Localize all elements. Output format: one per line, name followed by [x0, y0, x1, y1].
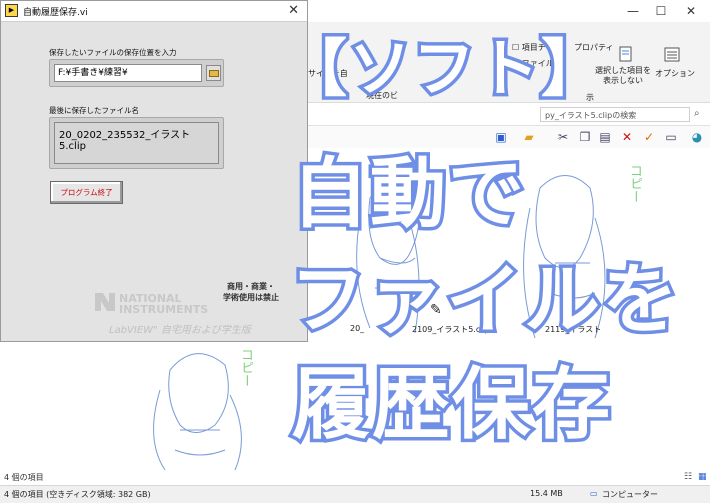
status-items: 4 個の項目 (空きディスク領域: 382 GB) — [4, 490, 151, 499]
last-saved-indicator: 20_0202_235532_イラスト5.clip — [49, 117, 224, 169]
close-icon[interactable]: ✕ — [676, 0, 706, 22]
large-icons-view-icon[interactable]: ▦ — [698, 472, 707, 482]
exit-program-button[interactable]: プログラム終了 — [50, 181, 123, 204]
properties-icon[interactable]: ▭ — [664, 130, 678, 144]
options-icon[interactable] — [664, 46, 680, 64]
globe-icon[interactable]: ◕ — [690, 130, 704, 144]
computer-icon: ▭ — [590, 489, 598, 498]
overlay-line-3: ファイルを — [287, 252, 682, 348]
search-input[interactable]: py_イラスト5.clipの検索 — [540, 107, 690, 122]
last-saved-label: 最後に保存したファイル名 — [49, 106, 139, 115]
hide-selected-icon[interactable] — [618, 46, 634, 64]
usage-restriction-note: 商用・商業・ 学術使用は禁止 — [223, 282, 279, 302]
copy-text-lower: コピー — [238, 348, 253, 387]
copy-text-top: コピー — [627, 164, 642, 203]
rename-icon[interactable]: ✓ — [642, 130, 656, 144]
copy-icon[interactable]: ❐ — [578, 130, 592, 144]
details-view-icon[interactable]: ☷ — [684, 472, 692, 482]
maximize-icon[interactable]: ☐ — [646, 0, 676, 22]
labview-window: ▶ 自動履歴保存.vi ✕ 保存したいファイルの保存位置を入力 F:¥手書き¥練… — [0, 0, 308, 342]
item-count-top: 4 個の項目 — [4, 473, 44, 482]
labview-app-icon: ▶ — [5, 4, 18, 17]
last-saved-value: 20_0202_235532_イラスト5.clip — [54, 122, 219, 164]
minimize-icon[interactable]: — — [618, 0, 648, 22]
path-input[interactable]: F:¥手書き¥練習¥ — [54, 64, 202, 82]
ni-logo-line2: INSTRUMENTS — [119, 303, 208, 316]
status-location: コンピューター — [602, 490, 658, 499]
paste-icon[interactable]: ▤ — [598, 130, 612, 144]
browse-folder-button[interactable] — [206, 65, 221, 81]
delete-icon[interactable]: ✕ — [620, 130, 634, 144]
overlay-line-2: 自動で — [289, 146, 528, 242]
ni-logo-icon: NATIONAL INSTRUMENTS — [95, 292, 208, 316]
labview-edition: LabVIEW" 自宅用および学生版 — [109, 325, 251, 336]
path-control: F:¥手書き¥練習¥ — [49, 59, 224, 87]
search-icon[interactable]: ⌕ — [694, 108, 700, 119]
save-location-label: 保存したいファイルの保存位置を入力 — [49, 48, 177, 57]
status-bar: 4 個の項目 (空きディスク領域: 382 GB) 15.4 MB ▭ コンピュ… — [0, 485, 710, 503]
status-size: 15.4 MB — [530, 489, 563, 498]
cut-icon[interactable]: ✂ — [556, 130, 570, 144]
overlay-line-4: 履歴保存 — [288, 357, 613, 454]
options-button[interactable]: オプション — [655, 68, 695, 79]
close-icon[interactable]: ✕ — [288, 3, 299, 18]
labview-title: 自動履歴保存.vi — [23, 8, 88, 18]
labview-titlebar: ▶ 自動履歴保存.vi ✕ — [1, 1, 307, 22]
overlay-line-1: 【ソフト】 — [281, 29, 606, 109]
folder-icon — [209, 70, 219, 77]
